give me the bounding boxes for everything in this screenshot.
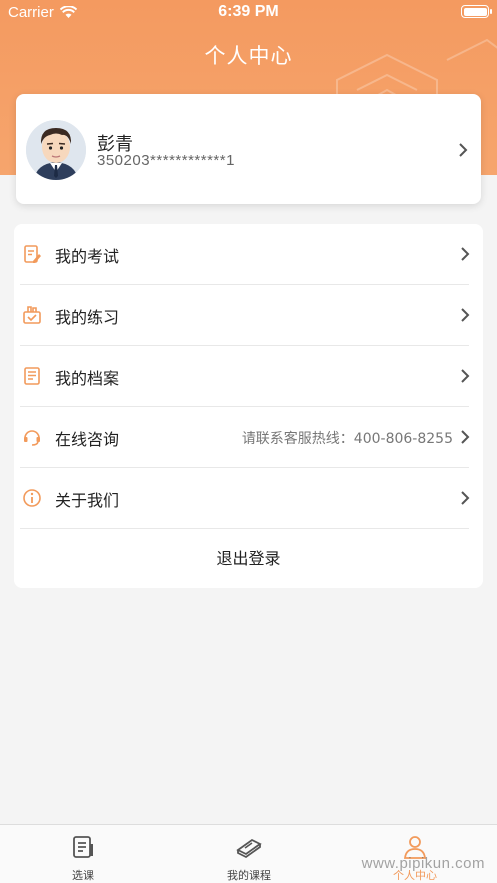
chevron-right-icon	[461, 308, 470, 322]
profile-card[interactable]: 彭青 350203************1	[16, 94, 481, 204]
menu-item-my-exams[interactable]: 我的考试	[14, 224, 483, 285]
menu-item-label: 我的练习	[55, 308, 120, 327]
watermark-text: www.pipikun.com	[361, 855, 485, 872]
course-select-icon	[73, 836, 93, 858]
battery-icon	[461, 5, 492, 18]
menu-item-my-practice[interactable]: 我的练习	[14, 285, 483, 346]
chevron-right-icon	[461, 247, 470, 261]
page-title: 个人中心	[204, 44, 293, 68]
headset-icon	[24, 430, 40, 446]
tab-bar: 选课 我的课程 个人中心	[0, 824, 497, 883]
chevron-right-icon	[461, 491, 470, 505]
hotline-text: 请联系客服热线：400-806-8255	[241, 431, 453, 447]
avatar-illustration	[26, 120, 86, 180]
menu-item-label: 我的考试	[55, 247, 120, 266]
my-courses-icon	[236, 838, 262, 859]
menu-item-online-consult[interactable]: 在线咨询 请联系客服热线：400-806-8255	[14, 407, 483, 468]
status-time: 6:39 PM	[218, 3, 279, 20]
document-icon	[24, 367, 40, 385]
tab-profile[interactable]: 个人中心	[332, 825, 497, 883]
chevron-right-icon	[461, 430, 470, 444]
info-icon	[23, 489, 41, 507]
status-bar: Carrier 6:39 PM	[0, 0, 497, 24]
menu-item-about-us[interactable]: 关于我们	[14, 468, 483, 529]
menu-item-label: 我的档案	[55, 369, 120, 388]
menu-card: 我的考试 我的练习 我的档案 在线咨询 请联系客服热线：400-806-8255	[14, 224, 483, 588]
menu-item-my-archive[interactable]: 我的档案	[14, 346, 483, 407]
tab-label: 我的课程	[227, 869, 271, 882]
practice-icon	[23, 306, 41, 324]
chevron-right-icon	[459, 143, 468, 157]
menu-item-label: 关于我们	[55, 491, 120, 510]
avatar	[26, 120, 86, 180]
logout-button[interactable]: 退出登录	[14, 529, 483, 588]
user-id-number: 350203************1	[97, 152, 235, 169]
tab-my-courses[interactable]: 我的课程	[166, 825, 332, 883]
tab-course-select[interactable]: 选课	[0, 825, 166, 883]
tab-label: 选课	[72, 869, 94, 882]
exam-edit-icon	[24, 245, 41, 263]
chevron-right-icon	[461, 369, 470, 383]
menu-item-label: 在线咨询	[55, 430, 120, 449]
